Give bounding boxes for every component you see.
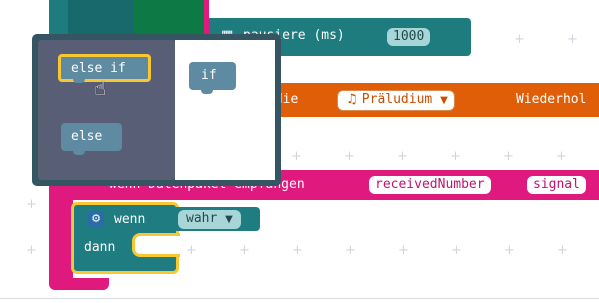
grid-mark: + bbox=[345, 243, 356, 258]
then-slot[interactable] bbox=[132, 233, 180, 257]
grid-mark: + bbox=[26, 243, 37, 258]
grid-mark: + bbox=[291, 149, 302, 164]
mutator-flyout: else if ☝ else bbox=[38, 40, 175, 180]
grid-mark: + bbox=[397, 149, 408, 164]
grid-mark: + bbox=[398, 243, 409, 258]
else-label: else bbox=[71, 129, 103, 144]
gear-icon[interactable]: ⚙ bbox=[88, 211, 104, 227]
condition-dropdown[interactable]: wahr ▼ bbox=[178, 210, 241, 229]
chevron-down-icon: ▼ bbox=[225, 214, 233, 225]
if-container-block[interactable]: if bbox=[189, 62, 236, 94]
chevron-down-icon: ▼ bbox=[440, 95, 448, 106]
then-label: dann bbox=[84, 240, 116, 255]
grid-mark: + bbox=[344, 149, 355, 164]
grid-mark: + bbox=[503, 149, 514, 164]
hand-cursor-icon: ☝ bbox=[94, 76, 107, 100]
melody-dropdown[interactable]: ♫ Präludium ▼ bbox=[337, 90, 455, 111]
condition-value: wahr bbox=[186, 211, 218, 226]
pause-value-input[interactable]: 1000 bbox=[387, 28, 431, 46]
mutator-popup: else if ☝ else if bbox=[32, 34, 281, 186]
if-container-label: if bbox=[201, 68, 217, 83]
grid-mark: + bbox=[450, 149, 461, 164]
bottom-divider bbox=[0, 298, 599, 299]
melody-suffix-label: Wiederhol bbox=[516, 92, 587, 107]
melody-value: Präludium bbox=[361, 92, 433, 107]
grid-mark: + bbox=[186, 243, 197, 258]
received-number-param[interactable]: receivedNumber bbox=[369, 176, 491, 194]
play-melody-block[interactable]: odie ♫ Präludium ▼ Wiederhol bbox=[249, 83, 599, 117]
if-header-extension: wahr ▼ bbox=[176, 207, 260, 231]
grid-mark: + bbox=[292, 243, 303, 258]
grid-mark: + bbox=[557, 243, 568, 258]
grid-mark: + bbox=[239, 243, 250, 258]
grid-mark: + bbox=[567, 32, 578, 47]
grid-mark: + bbox=[514, 32, 525, 47]
signal-param[interactable]: signal bbox=[527, 176, 586, 194]
radio-block-footer bbox=[49, 278, 109, 290]
else-option[interactable]: else bbox=[61, 123, 122, 155]
grid-mark: + bbox=[451, 243, 462, 258]
grid-mark: + bbox=[26, 197, 37, 212]
grid-mark: + bbox=[556, 149, 567, 164]
radio-block-body bbox=[49, 200, 73, 288]
if-block[interactable]: ⚙ wenn dann bbox=[71, 202, 180, 274]
headphones-icon: ♫ bbox=[346, 92, 362, 107]
mutator-workspace[interactable]: if bbox=[175, 40, 275, 180]
else-if-label: else if bbox=[71, 61, 126, 76]
grid-mark: + bbox=[504, 243, 515, 258]
if-label: wenn bbox=[114, 212, 146, 227]
